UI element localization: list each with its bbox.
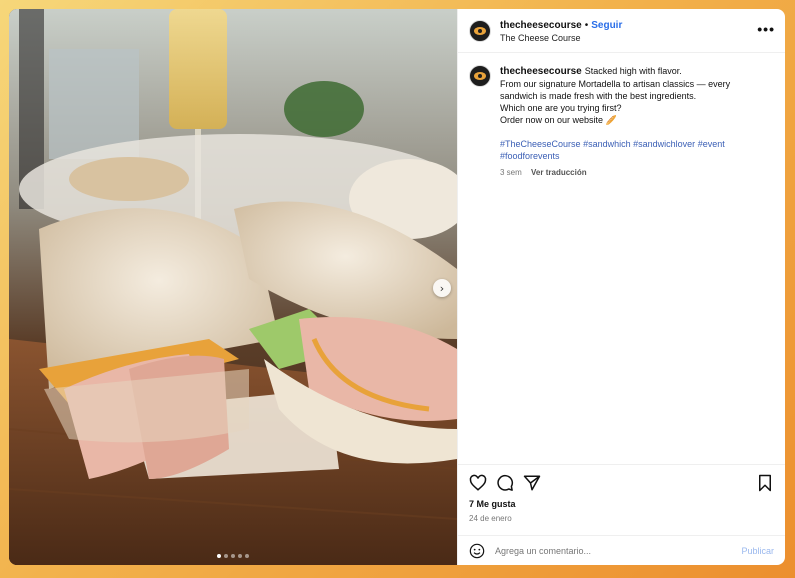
hashtag-link[interactable]: #event [698,139,725,149]
carousel-dot [224,554,228,558]
emoji-icon[interactable] [469,543,485,559]
hashtag-link[interactable]: #foodforevents [500,151,560,161]
bookmark-icon[interactable] [756,474,774,492]
cheese-logo-icon [474,72,486,80]
post-actions: 7 Me gusta 24 de enero [458,464,785,523]
post-header: thecheesecourse • Seguir The Cheese Course… [458,9,785,53]
share-icon[interactable] [523,474,541,492]
heart-icon[interactable] [469,474,487,492]
caption-text: thecheesecourse Stacked high with flavor.… [500,65,730,179]
hashtag-link[interactable]: #TheCheeseCourse [500,139,581,149]
sandwich-photo [9,9,457,565]
username-link[interactable]: thecheesecourse [500,20,582,31]
post-media[interactable]: › [9,9,457,565]
follow-button[interactable]: Seguir [591,20,622,31]
caption-line: sandwich is made fresh with the best ing… [500,91,697,101]
see-translation-link[interactable]: Ver traducción [531,168,587,177]
post-details-panel: thecheesecourse • Seguir The Cheese Course… [457,9,785,565]
caption-section: thecheesecourse Stacked high with flavor.… [458,53,785,464]
cheese-logo-icon [474,26,486,35]
caption-line: thecheesecourse Stacked high with flavor. [500,66,682,77]
caption-line: Order now on our website 🥖 [500,115,617,125]
comment-icon[interactable] [496,474,514,492]
caption-row: thecheesecourse Stacked high with flavor.… [469,65,774,179]
action-icons [469,473,774,493]
time-ago: 3 sem [500,168,522,177]
caption-line: From our signature Mortadella to artisan… [500,79,731,89]
hashtags: #TheCheeseCourse #sandwhich #sandwichlov… [500,138,730,162]
hashtag-link[interactable]: #sandwhich [583,139,631,149]
caption-username-link[interactable]: thecheesecourse [500,66,582,77]
caption-meta: 3 sem Ver traducción [500,167,730,179]
post-date: 24 de enero [469,514,512,523]
carousel-dot [231,554,235,558]
avatar[interactable] [469,19,491,42]
comment-bar: Publicar [458,535,785,565]
more-options-icon[interactable]: ••• [757,21,775,37]
carousel-next-button[interactable]: › [433,279,451,297]
separator-dot: • [584,19,589,31]
like-count[interactable]: 7 Me gusta [469,499,774,509]
carousel-indicator [9,554,457,558]
hashtag-link[interactable]: #sandwichlover [633,139,695,149]
carousel-dot [245,554,249,558]
caption-line: Which one are you trying first? [500,103,622,113]
header-text: thecheesecourse • Seguir The Cheese Course [500,17,622,45]
carousel-dot [217,554,221,558]
comment-input[interactable] [495,545,742,556]
carousel-dot [238,554,242,558]
avatar[interactable] [469,65,491,87]
display-name: The Cheese Course [500,32,581,43]
instagram-post: › thecheesecourse • Seguir The Cheese Cour… [9,9,785,565]
publish-button[interactable]: Publicar [741,546,774,556]
